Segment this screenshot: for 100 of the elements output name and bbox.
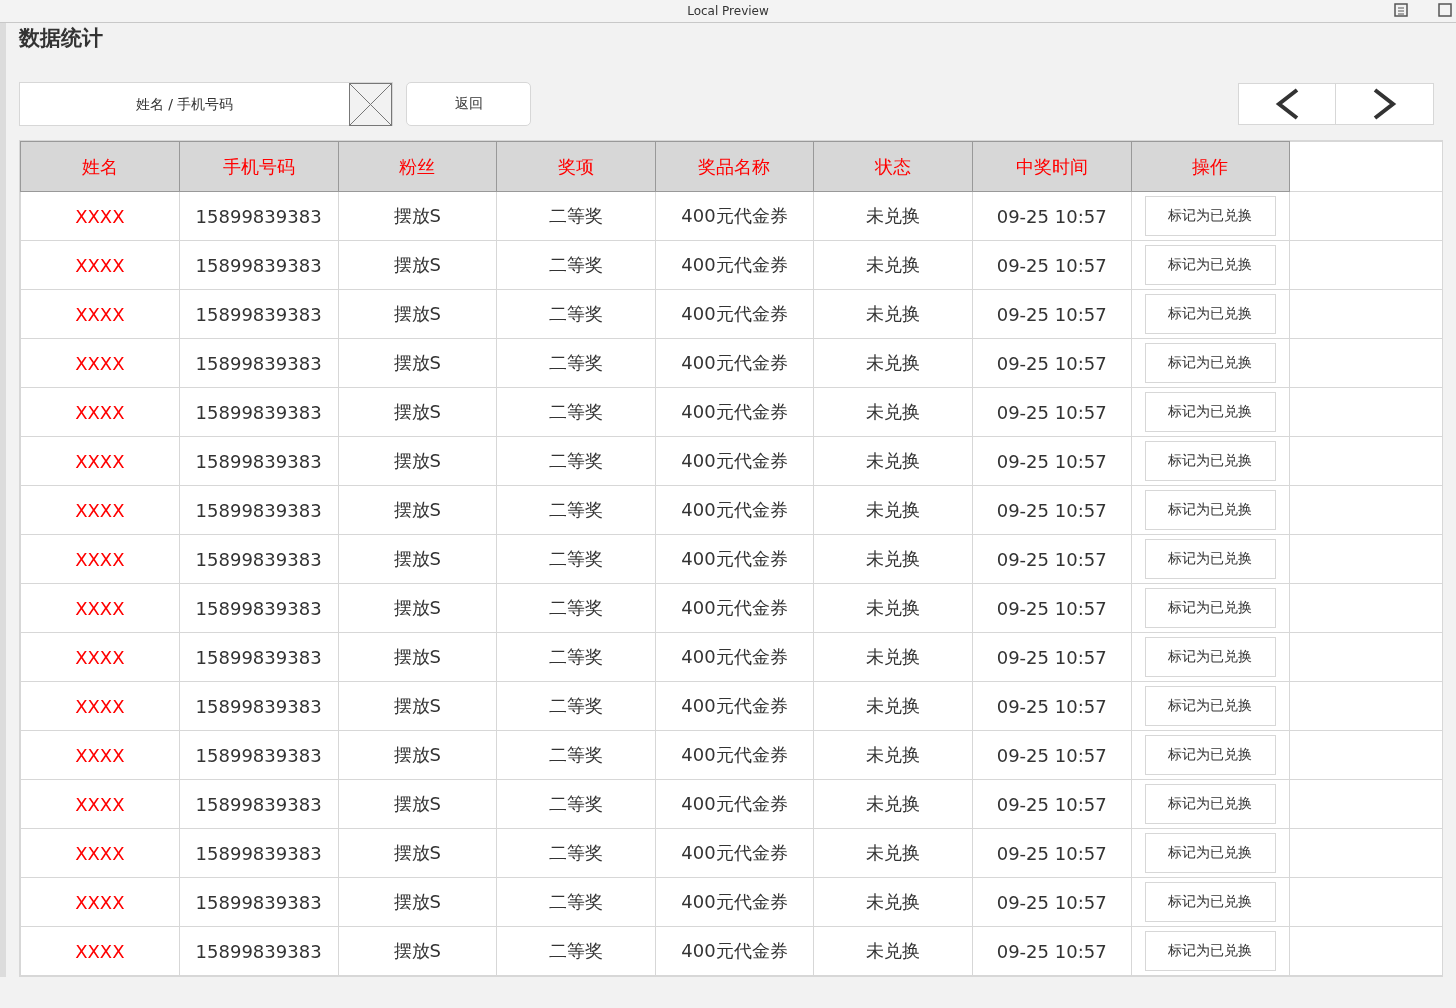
prize-level-cell: 二等奖 [496, 828, 656, 878]
prize-level-cell: 二等奖 [496, 877, 656, 927]
phone-cell: 15899839383 [179, 436, 339, 486]
prize-cell: 400元代金券 [655, 926, 814, 976]
page-title: 数据统计 [19, 25, 104, 51]
prize-level-cell: 二等奖 [496, 583, 656, 633]
mark-redeemed-button[interactable]: 标记为已兑换 [1144, 784, 1276, 824]
mark-redeemed-button[interactable]: 标记为已兑换 [1144, 539, 1276, 579]
name-cell: XXXX [20, 681, 180, 731]
mark-redeemed-button[interactable]: 标记为已兑换 [1144, 294, 1276, 334]
search-field[interactable]: 姓名 / 手机号码 [20, 83, 349, 125]
back-button[interactable]: 返回 [406, 82, 531, 126]
fan-cell: 摆放S [338, 387, 497, 437]
mark-redeemed-button[interactable]: 标记为已兑换 [1144, 392, 1276, 432]
prize-cell: 400元代金券 [655, 534, 814, 584]
prize-cell: 400元代金券 [655, 681, 814, 731]
status-cell: 未兑换 [813, 436, 973, 486]
chevron-left-icon [1274, 88, 1300, 120]
mark-redeemed-button[interactable]: 标记为已兑换 [1144, 245, 1276, 285]
prize-level-cell: 二等奖 [496, 387, 656, 437]
fan-cell: 摆放S [338, 436, 497, 486]
chevron-right-icon [1371, 88, 1398, 120]
next-page-button[interactable] [1336, 83, 1434, 125]
image-placeholder-icon [349, 82, 392, 126]
phone-cell: 15899839383 [179, 779, 339, 829]
column-header: 奖品名称 [655, 141, 814, 192]
name-cell: XXXX [20, 387, 180, 437]
prize-cell: 400元代金券 [655, 436, 814, 486]
time-cell: 09-25 10:57 [972, 779, 1131, 829]
mark-redeemed-button[interactable]: 标记为已兑换 [1144, 735, 1276, 775]
column-header: 操作 [1131, 141, 1290, 192]
time-cell: 09-25 10:57 [972, 436, 1131, 486]
prize-level-cell: 二等奖 [496, 191, 656, 241]
prize-cell: 400元代金券 [655, 632, 814, 682]
status-cell: 未兑换 [813, 877, 973, 927]
mark-redeemed-button[interactable]: 标记为已兑换 [1144, 833, 1276, 873]
name-cell: XXXX [20, 191, 180, 241]
time-cell: 09-25 10:57 [972, 289, 1131, 339]
prize-cell: 400元代金券 [655, 877, 814, 927]
prize-level-cell: 二等奖 [496, 926, 656, 976]
name-cell: XXXX [20, 828, 180, 878]
mark-redeemed-button[interactable]: 标记为已兑换 [1144, 196, 1276, 236]
time-cell: 09-25 10:57 [972, 338, 1131, 388]
prize-level-cell: 二等奖 [496, 436, 656, 486]
prize-level-cell: 二等奖 [496, 779, 656, 829]
fan-cell: 摆放S [338, 730, 497, 780]
mark-redeemed-button[interactable]: 标记为已兑换 [1144, 343, 1276, 383]
column-header: 姓名 [20, 141, 180, 192]
prize-cell: 400元代金券 [655, 485, 814, 535]
phone-cell: 15899839383 [179, 289, 339, 339]
fan-cell: 摆放S [338, 779, 497, 829]
status-cell: 未兑换 [813, 926, 973, 976]
time-cell: 09-25 10:57 [972, 387, 1131, 437]
prize-level-cell: 二等奖 [496, 681, 656, 731]
prize-level-cell: 二等奖 [496, 485, 656, 535]
window-icon[interactable] [1438, 3, 1452, 17]
prize-level-cell: 二等奖 [496, 338, 656, 388]
name-cell: XXXX [20, 877, 180, 927]
prize-level-cell: 二等奖 [496, 289, 656, 339]
prize-level-cell: 二等奖 [496, 534, 656, 584]
mark-redeemed-button[interactable]: 标记为已兑换 [1144, 490, 1276, 530]
mark-redeemed-button[interactable]: 标记为已兑换 [1144, 441, 1276, 481]
document-icon[interactable] [1394, 3, 1408, 17]
time-cell: 09-25 10:57 [972, 583, 1131, 633]
time-cell: 09-25 10:57 [972, 828, 1131, 878]
mark-redeemed-button[interactable]: 标记为已兑换 [1144, 931, 1276, 971]
status-cell: 未兑换 [813, 485, 973, 535]
name-cell: XXXX [20, 779, 180, 829]
prize-cell: 400元代金券 [655, 289, 814, 339]
time-cell: 09-25 10:57 [972, 191, 1131, 241]
phone-cell: 15899839383 [179, 926, 339, 976]
window-title: Local Preview [687, 4, 769, 18]
mark-redeemed-button[interactable]: 标记为已兑换 [1144, 588, 1276, 628]
time-cell: 09-25 10:57 [972, 632, 1131, 682]
column-header: 中奖时间 [972, 141, 1131, 192]
time-cell: 09-25 10:57 [972, 534, 1131, 584]
mark-redeemed-button[interactable]: 标记为已兑换 [1144, 882, 1276, 922]
status-cell: 未兑换 [813, 289, 973, 339]
time-cell: 09-25 10:57 [972, 877, 1131, 927]
prize-cell: 400元代金券 [655, 583, 814, 633]
column-header: 奖项 [496, 141, 656, 192]
phone-cell: 15899839383 [179, 681, 339, 731]
phone-cell: 15899839383 [179, 877, 339, 927]
phone-cell: 15899839383 [179, 534, 339, 584]
status-cell: 未兑换 [813, 240, 973, 290]
status-cell: 未兑换 [813, 730, 973, 780]
status-cell: 未兑换 [813, 828, 973, 878]
time-cell: 09-25 10:57 [972, 681, 1131, 731]
search-box[interactable]: 姓名 / 手机号码 [19, 82, 393, 126]
status-cell: 未兑换 [813, 191, 973, 241]
mark-redeemed-button[interactable]: 标记为已兑换 [1144, 637, 1276, 677]
previous-page-button[interactable] [1238, 83, 1336, 125]
fan-cell: 摆放S [338, 191, 497, 241]
fan-cell: 摆放S [338, 828, 497, 878]
mark-redeemed-button[interactable]: 标记为已兑换 [1144, 686, 1276, 726]
status-cell: 未兑换 [813, 387, 973, 437]
name-cell: XXXX [20, 926, 180, 976]
name-cell: XXXX [20, 730, 180, 780]
name-cell: XXXX [20, 534, 180, 584]
fan-cell: 摆放S [338, 926, 497, 976]
